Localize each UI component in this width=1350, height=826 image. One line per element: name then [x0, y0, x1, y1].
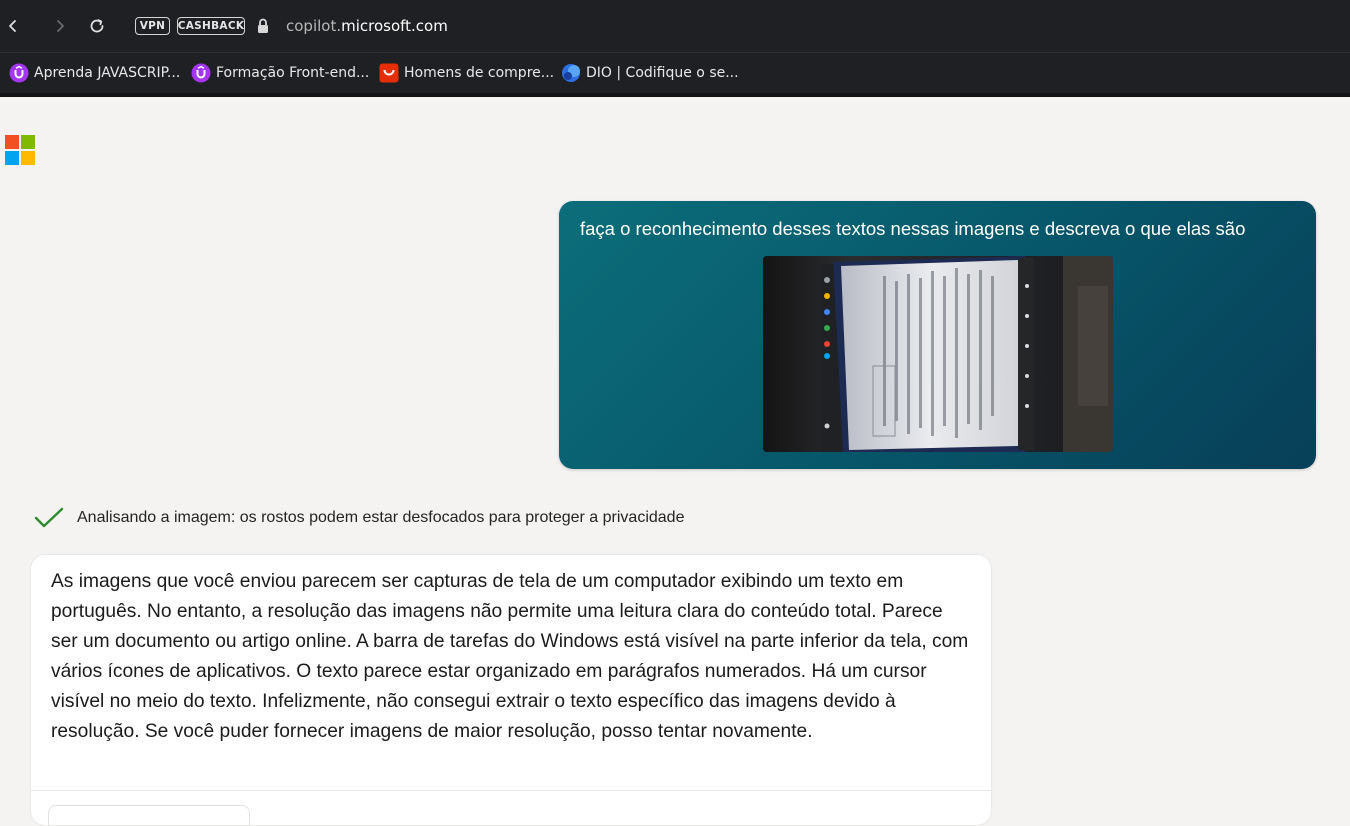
vpn-badge[interactable]: VPN — [135, 17, 170, 35]
back-icon[interactable] — [1, 14, 25, 38]
bookmark-label: Aprenda JAVASCRIP... — [34, 65, 181, 81]
response-actions[interactable] — [48, 805, 250, 826]
reload-icon[interactable] — [85, 14, 109, 38]
dio-icon — [561, 63, 581, 83]
bookmark-homens-de-compre[interactable]: Homens de compre... — [379, 62, 554, 84]
bookmark-aprenda-javascript[interactable]: Aprenda JAVASCRIP... — [9, 62, 180, 84]
address-bar[interactable]: copilot.microsoft.com — [286, 17, 448, 35]
bookmarks-bar: Aprenda JAVASCRIP... Formação Front-end.… — [0, 53, 1350, 93]
status-text: Analisando a imagem: os rostos podem est… — [77, 509, 685, 526]
copilot-response-card: As imagens que você enviou parecem ser c… — [31, 555, 991, 826]
aliexpress-icon — [379, 63, 399, 83]
udemy-icon — [9, 63, 29, 83]
checkmark-icon — [34, 507, 64, 528]
response-divider — [31, 790, 991, 791]
copilot-response-text: As imagens que você enviou parecem ser c… — [51, 571, 969, 742]
cashback-badge[interactable]: CASHBACK — [177, 17, 245, 35]
microsoft-logo — [5, 135, 35, 165]
lock-icon[interactable] — [256, 18, 270, 34]
forward-icon[interactable] — [48, 14, 72, 38]
url-domain: microsoft.com — [341, 17, 448, 35]
bookmark-formacao-front-end[interactable]: Formação Front-end... — [191, 62, 369, 84]
toolbar-divider — [0, 93, 1350, 97]
attached-photo-thumbnail — [763, 256, 1113, 452]
bookmark-dio[interactable]: DIO | Codifique o se... — [561, 62, 739, 84]
browser-toolbar: VPN CASHBACK copilot.microsoft.com — [0, 0, 1350, 53]
bookmark-label: DIO | Codifique o se... — [586, 65, 739, 81]
user-message-bubble: faça o reconhecimento desses textos ness… — [559, 201, 1316, 469]
bookmark-label: Formação Front-end... — [216, 65, 370, 81]
user-message-text: faça o reconhecimento desses textos ness… — [580, 218, 1246, 239]
attached-image[interactable] — [763, 256, 1113, 452]
image-analysis-status: Analisando a imagem: os rostos podem est… — [34, 505, 684, 531]
udemy-icon — [191, 63, 211, 83]
url-prefix: copilot. — [286, 17, 342, 35]
bookmark-label: Homens de compre... — [404, 65, 555, 81]
